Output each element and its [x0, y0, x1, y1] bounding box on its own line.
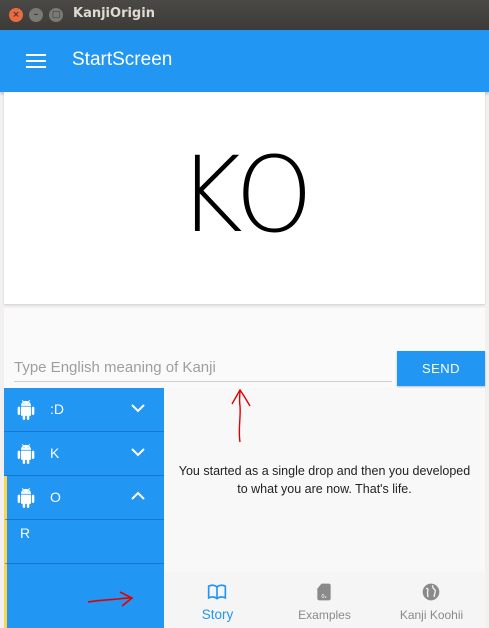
window-maximize-button[interactable]: □ — [49, 8, 63, 22]
list-item-component-k[interactable]: K — [4, 432, 164, 476]
story-text: You started as a single drop and then yo… — [178, 464, 471, 496]
svg-text:0₂: 0₂ — [321, 594, 326, 600]
tab-label: Story — [201, 607, 234, 622]
story-panel: You started as a single drop and then yo… — [164, 388, 485, 572]
app-bar: StartScreen — [0, 30, 489, 92]
tab-label: Kanji Koohii — [399, 608, 464, 622]
window-titlebar: × – □ KanjiOrigin — [0, 0, 489, 30]
book-icon — [207, 584, 227, 600]
tab-story[interactable]: Story — [164, 572, 271, 628]
tab-kanji-koohii[interactable]: Kanji Koohii — [378, 572, 485, 628]
chevron-down-icon[interactable] — [130, 444, 146, 460]
tab-examples[interactable]: 0₂ Examples — [271, 572, 378, 628]
android-icon — [17, 400, 35, 420]
kanji-display-card: KO — [4, 92, 485, 304]
window-close-button[interactable]: × — [9, 8, 23, 22]
chevron-up-icon[interactable] — [130, 488, 146, 504]
android-icon — [17, 444, 35, 464]
annotation-arrow-up — [231, 388, 251, 443]
window-minimize-button[interactable]: – — [29, 8, 43, 22]
answer-input-area: SEND — [4, 308, 485, 388]
tab-label: Examples — [298, 608, 351, 622]
list-subitem-label: R — [20, 525, 31, 541]
kanji-display-text: KO — [177, 134, 313, 256]
hamburger-menu-icon[interactable] — [26, 54, 46, 68]
meaning-input[interactable] — [14, 354, 392, 382]
sd-card-icon: 0₂ — [317, 583, 331, 601]
list-item-label: K — [50, 445, 60, 461]
globe-icon — [422, 583, 440, 601]
list-subitem-r[interactable]: R — [4, 520, 164, 564]
list-item-label: :D — [50, 401, 64, 417]
android-icon — [17, 488, 35, 508]
list-item-label: O — [50, 489, 61, 505]
chevron-down-icon[interactable] — [130, 400, 146, 416]
app-bar-title: StartScreen — [72, 49, 173, 70]
list-item-component-o[interactable]: O — [4, 476, 164, 520]
annotation-arrow-right — [87, 591, 134, 607]
bottom-navigation: Story 0₂ Examples Kanji Koohii — [164, 572, 485, 628]
window-title: KanjiOrigin — [73, 6, 155, 21]
list-item-component-d[interactable]: :D — [4, 388, 164, 432]
kanji-component-list: :D K O R — [4, 388, 164, 628]
sidebar-empty-space — [4, 564, 164, 628]
send-button[interactable]: SEND — [397, 351, 485, 386]
